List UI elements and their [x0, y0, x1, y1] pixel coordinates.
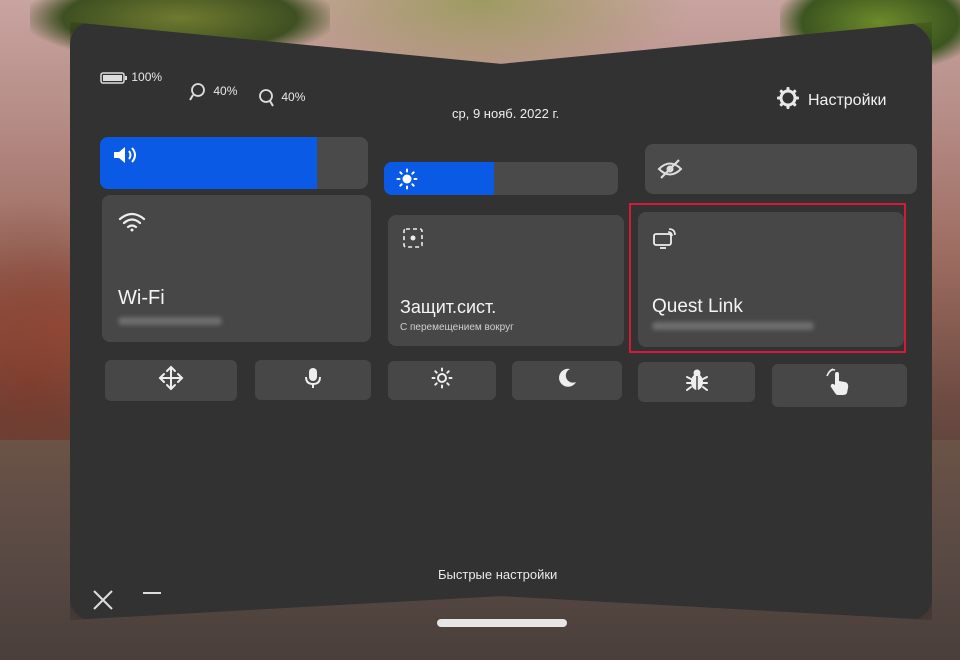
gear-icon: [776, 86, 800, 115]
microphone-icon: [303, 366, 323, 395]
headset-battery-status: 100%: [100, 70, 162, 85]
bug-icon: [684, 367, 710, 398]
settings-button[interactable]: Настройки: [776, 86, 886, 115]
controller-right-icon: [256, 89, 281, 107]
sun-icon: [431, 367, 453, 394]
brightness-button[interactable]: [388, 361, 496, 400]
volume-slider[interactable]: [100, 137, 368, 189]
right-controller-status: 40%: [256, 88, 305, 108]
bug-report-button[interactable]: [638, 362, 755, 402]
guardian-tile[interactable]: Защит.сист. С перемещением вокруг: [388, 215, 624, 346]
guardian-icon: [402, 227, 424, 254]
window-grab-bar[interactable]: [437, 619, 567, 627]
date-label: ср, 9 нояб. 2022 г.: [452, 106, 560, 121]
hand-icon: [825, 368, 855, 403]
guardian-label: Защит.сист.: [400, 297, 497, 317]
sun-icon: [396, 168, 418, 195]
close-icon: [92, 590, 114, 615]
wifi-tile[interactable]: Wi-Fi: [102, 195, 371, 342]
left-controller-status: 40%: [188, 82, 237, 102]
headset-battery-value: 100%: [131, 70, 163, 84]
moon-icon: [556, 367, 578, 394]
wifi-icon: [118, 211, 146, 238]
microphone-button[interactable]: [255, 360, 371, 400]
highlight-box: [629, 203, 906, 353]
left-controller-value: 40%: [213, 84, 238, 99]
wifi-network-name-blurred: [118, 317, 222, 325]
minimize-button[interactable]: [143, 592, 161, 594]
close-button[interactable]: [92, 589, 114, 616]
right-controller-value: 40%: [281, 90, 306, 105]
brightness-slider[interactable]: [384, 162, 618, 195]
wifi-label: Wi-Fi: [118, 287, 165, 309]
move-arrows-icon: [157, 364, 185, 397]
window-title: Быстрые настройки: [438, 567, 558, 582]
settings-label: Настройки: [808, 91, 887, 109]
controller-left-icon: [188, 83, 213, 101]
hand-tracking-button[interactable]: [772, 364, 907, 407]
speaker-icon: [112, 145, 140, 170]
move-button[interactable]: [105, 360, 237, 401]
battery-icon: [100, 70, 131, 84]
guardian-mode-label: С перемещением вокруг: [400, 322, 514, 333]
night-mode-button[interactable]: [512, 361, 622, 400]
passthrough-slider[interactable]: [645, 144, 917, 194]
eye-off-icon: [657, 158, 683, 185]
